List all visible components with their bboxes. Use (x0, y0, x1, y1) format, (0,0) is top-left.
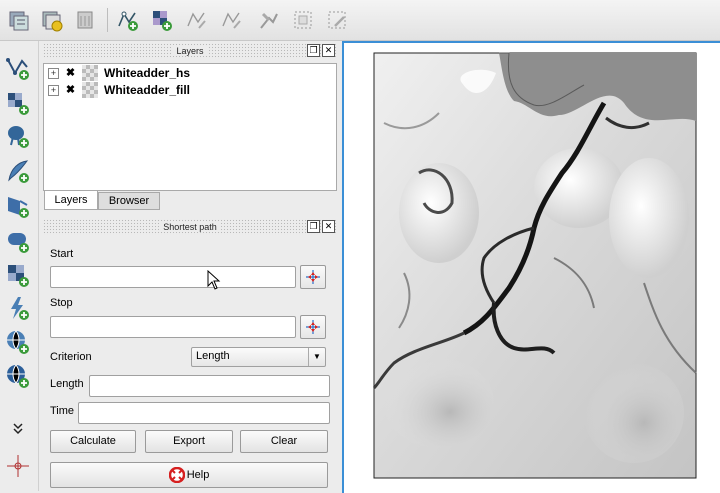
toolbar-separator (107, 8, 108, 32)
shortest-path-dock-title-text: Shortest path (159, 222, 221, 232)
add-wcs-layer-icon[interactable] (3, 293, 33, 323)
shortest-path-dock-title: Shortest path (43, 219, 337, 235)
layer-visibility-checkbox[interactable]: ✖ (65, 84, 76, 96)
tab-layers-label: Layers (54, 194, 88, 206)
crosshair-icon[interactable] (3, 451, 33, 481)
chevron-down-icon: ▼ (308, 348, 325, 366)
dock-panel: Layers ❐ ✕ + ✖ Whiteadder_hs + ✖ Whitead… (41, 41, 339, 491)
help-icon (168, 466, 185, 484)
stop-field[interactable] (50, 316, 296, 338)
add-vector-raster-icon[interactable] (5, 6, 33, 34)
layers-dock-title-text: Layers (172, 46, 208, 56)
digitize-polygon-icon[interactable] (218, 6, 246, 34)
layer-row[interactable]: + ✖ Whiteadder_fill (48, 82, 190, 98)
layer-name[interactable]: Whiteadder_hs (104, 66, 190, 80)
raster-layer-icon (82, 82, 98, 98)
more-tools-icon[interactable] (3, 413, 33, 443)
hillshade-raster (372, 52, 697, 479)
tab-browser[interactable]: Browser (98, 192, 160, 210)
point-picker-icon (306, 320, 320, 334)
clear-button[interactable]: Clear (240, 430, 328, 453)
left-toolbar (0, 41, 39, 491)
point-picker-icon (306, 270, 320, 284)
edit-area-icon[interactable] (323, 6, 351, 34)
calculate-button[interactable]: Calculate (50, 430, 136, 453)
layer-row[interactable]: + ✖ Whiteadder_hs (48, 65, 190, 81)
digitize-line-icon[interactable] (183, 6, 211, 34)
criterion-select[interactable]: Length ▼ (191, 347, 326, 367)
add-vector-layer-icon[interactable] (3, 53, 33, 83)
length-field[interactable] (89, 375, 330, 397)
expand-icon[interactable]: + (48, 67, 59, 79)
mouse-cursor-icon (207, 270, 221, 290)
criterion-value: Length (196, 350, 230, 362)
select-area-icon[interactable] (289, 6, 317, 34)
add-raster-layer-icon[interactable] (3, 88, 33, 118)
time-label: Time (50, 405, 75, 417)
criterion-label: Criterion (50, 351, 92, 363)
layers-close-button[interactable]: ✕ (322, 44, 335, 57)
stop-label: Stop (50, 297, 73, 309)
export-button[interactable]: Export (145, 430, 233, 453)
layers-tree: + ✖ Whiteadder_hs + ✖ Whiteadder_fill (43, 63, 337, 191)
add-postgis-layer-icon[interactable] (3, 121, 33, 151)
layer-visibility-checkbox[interactable]: ✖ (65, 67, 76, 79)
layer-name[interactable]: Whiteadder_fill (104, 83, 190, 97)
start-field[interactable] (50, 266, 296, 288)
new-vector-layer-icon[interactable] (114, 6, 142, 34)
start-pick-button[interactable] (300, 265, 326, 289)
tab-layers[interactable]: Layers (44, 191, 98, 210)
help-button[interactable]: Help (50, 462, 328, 488)
add-web-layer-icon[interactable] (3, 361, 33, 391)
layers-float-button[interactable]: ❐ (307, 44, 320, 57)
stop-pick-button[interactable] (300, 315, 326, 339)
add-layer-grey-icon[interactable] (72, 6, 100, 34)
layers-dock-title: Layers (43, 43, 337, 59)
raster-layer-icon (82, 65, 98, 81)
main-toolbar (0, 0, 720, 41)
time-field[interactable] (78, 402, 330, 424)
add-spatialite-layer-icon[interactable] (3, 156, 33, 186)
map-canvas[interactable] (342, 41, 720, 493)
expand-icon[interactable]: + (48, 84, 59, 96)
add-mssql-layer-icon[interactable] (3, 191, 33, 221)
tab-browser-label: Browser (108, 195, 150, 207)
add-wfs-layer-icon[interactable] (3, 327, 33, 357)
node-tool-icon[interactable] (255, 6, 283, 34)
help-label: Help (186, 469, 210, 482)
add-wms-layer-icon[interactable] (3, 260, 33, 290)
shortest-path-float-button[interactable]: ❐ (307, 220, 320, 233)
length-label: Length (50, 378, 84, 390)
start-label: Start (50, 248, 74, 260)
shortest-path-close-button[interactable]: ✕ (322, 220, 335, 233)
add-raster-icon[interactable] (38, 6, 66, 34)
add-oracle-layer-icon[interactable] (3, 226, 33, 256)
add-raster-green-icon[interactable] (148, 6, 176, 34)
